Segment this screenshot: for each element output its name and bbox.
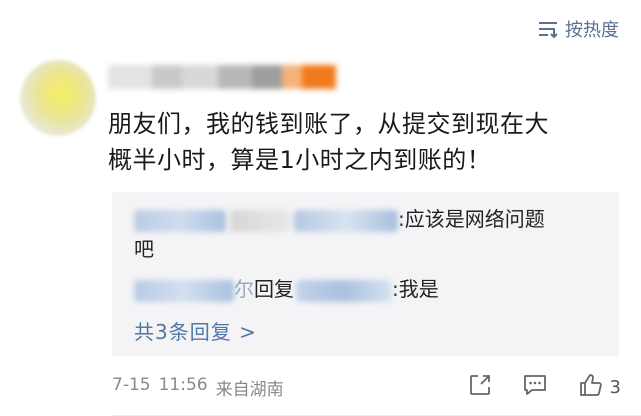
comment-line-1: 朋友们，我的钱到账了，从提交到现在大 <box>108 110 549 138</box>
comment-footer: 7-15 11:56 来自湖南 3 <box>112 372 621 402</box>
username-redacted[interactable] <box>108 62 336 92</box>
reply-mention-redacted <box>230 209 290 232</box>
reply-button[interactable] <box>522 373 548 401</box>
comment-date: 7-15 <box>112 374 151 395</box>
reply-item[interactable]: :应该是网络问题 吧 <box>134 204 594 264</box>
reply-text-wrap: 吧 <box>134 237 154 261</box>
comment-bubble-icon <box>522 373 548 401</box>
replies-box: :应该是网络问题 吧 尔回复 :我是 共3条回复 > <box>112 192 619 356</box>
reply-text: :应该是网络问题 <box>398 207 545 231</box>
comment-line-2: 概半小时，算是1小时之内到账的！ <box>108 146 492 174</box>
share-button[interactable] <box>468 373 492 401</box>
reply-text: :我是 <box>392 277 439 301</box>
reply-mention-name-redacted <box>294 209 398 232</box>
comment-time: 11:56 <box>158 374 208 395</box>
comment-meta: 7-15 11:56 来自湖南 <box>112 375 284 400</box>
like-count: 3 <box>609 376 621 398</box>
like-button[interactable]: 3 <box>578 372 621 402</box>
reply-author-redacted <box>134 279 234 302</box>
avatar[interactable] <box>20 60 96 136</box>
reply-target-redacted <box>296 279 392 302</box>
reply-author-last-char: 尔 <box>234 277 254 301</box>
reply-word: 回复 <box>254 277 294 301</box>
comment-text: 朋友们，我的钱到账了，从提交到现在大 概半小时，算是1小时之内到账的！ <box>108 106 608 178</box>
comment-page: 按热度 朋友们，我的钱到账了，从提交到现在大 概半小时，算是1小时之内到账的！ … <box>0 0 641 416</box>
sort-label: 按热度 <box>565 20 619 41</box>
comment-location: 来自湖南 <box>215 379 284 400</box>
sort-by-hot-button[interactable]: 按热度 <box>537 16 619 42</box>
view-all-replies-link[interactable]: 共3条回复 > <box>134 316 257 345</box>
thumbs-up-icon <box>578 372 604 402</box>
reply-item[interactable]: 尔回复 :我是 <box>134 274 439 304</box>
comment-actions: 3 <box>468 372 621 402</box>
share-edit-icon <box>468 373 492 401</box>
reply-author-redacted <box>134 209 226 232</box>
sort-lines-icon <box>537 19 559 39</box>
